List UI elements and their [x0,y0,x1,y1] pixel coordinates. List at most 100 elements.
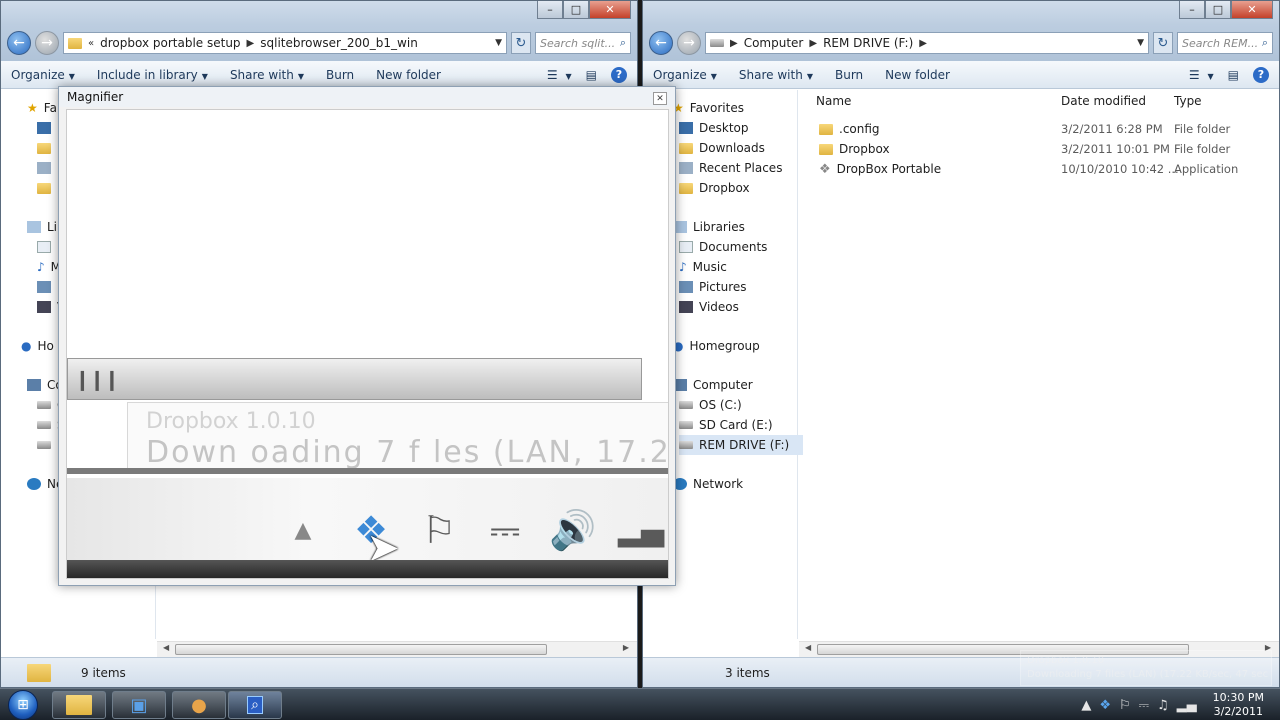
power-icon[interactable]: ⎓ [1139,698,1149,713]
music-icon: ♪ [37,260,45,274]
nav-item-os-c[interactable]: OS (C:) [679,395,742,415]
desktop-icon [679,122,693,134]
nav-item-videos[interactable]: Videos [679,297,739,317]
action-center-icon[interactable]: ⚐ [1119,698,1131,713]
view-options-icon[interactable]: ☰ ▼ [547,68,572,82]
show-hidden-icons-icon: ▲ [294,517,312,543]
close-button[interactable]: ✕ [589,1,631,19]
start-button[interactable]: ⊞ [4,689,42,720]
breadcrumb-arrow-icon[interactable]: ▶ [919,38,927,49]
scroll-left-icon[interactable]: ◀ [805,643,811,652]
nav-item-documents[interactable]: Documents [679,237,767,257]
breadcrumb-arrow-icon[interactable]: ▶ [809,38,817,49]
forward-icon[interactable]: → [677,31,701,55]
column-header-name[interactable]: Name [816,94,851,108]
burn-button[interactable]: Burn [326,68,354,82]
explorer-taskbar-button[interactable] [52,691,106,719]
nav-item-pictures[interactable]: Pictures [679,277,747,297]
help-icon[interactable]: ? [1253,66,1269,83]
nav-item-downloads[interactable]: Downloads [679,138,765,158]
overflow-chevron-icon[interactable]: « [88,38,94,49]
new-folder-button[interactable]: New folder [376,68,441,82]
nav-item-recent-places[interactable]: Recent Places [679,158,782,178]
dropbox-tray-icon[interactable]: ❖ [1099,698,1111,713]
magnifier-taskbar-button[interactable]: ⌕ [228,691,282,719]
left-horizontal-scrollbar[interactable]: ◀ ▶ [157,641,637,657]
clock[interactable]: 10:30 PM 3/2/2011 [1213,691,1264,719]
breadcrumb-arrow-icon[interactable]: ▶ [730,38,738,49]
organize-button[interactable]: Organize ▼ [653,68,717,82]
nav-homegroup[interactable]: ● Homegroup [673,336,760,356]
left-search-input[interactable]: Search sqlit... ⌕ [535,32,631,54]
close-button[interactable]: ✕ [1231,1,1273,19]
file-row[interactable]: .config 3/2/2011 6:28 PM File folder [799,119,1279,139]
app-taskbar-button[interactable]: ▣ [112,691,166,719]
file-name: DropBox Portable [836,162,942,176]
volume-icon[interactable]: ♫ [1157,698,1169,713]
forward-icon[interactable]: → [35,31,59,55]
file-row[interactable]: Dropbox 3/2/2011 10:01 PM File folder [799,139,1279,159]
drive-icon [679,421,693,429]
search-placeholder: Search sqlit... [540,36,616,50]
scroll-left-icon[interactable]: ◀ [163,643,169,652]
tooltip-text: Downloading 7 files (LAN) (17.22 KB/sec,… [1027,669,1272,680]
right-titlebar: – □ ✕ [643,1,1279,25]
nav-computer[interactable]: Computer [673,375,753,395]
signal-icon[interactable]: ▂▄ [1177,698,1197,713]
nav-item-dropbox[interactable]: Dropbox [679,178,750,198]
column-header-type[interactable]: Type [1174,94,1202,108]
nav-item-rem-drive-f[interactable]: REM DRIVE (F:) [679,435,804,455]
search-placeholder: Search REM... [1182,36,1259,50]
address-dropdown-icon[interactable]: ▼ [1137,38,1144,48]
monitor-icon: ▣ [130,694,148,716]
burn-button[interactable]: Burn [835,68,863,82]
item-count: 3 items [725,665,770,680]
minimize-button[interactable]: – [537,1,563,19]
refresh-icon[interactable]: ↻ [1153,32,1173,54]
breadcrumb-segment[interactable]: dropbox portable setup [100,36,240,50]
include-in-library-button[interactable]: Include in library ▼ [97,68,208,82]
nav-homegroup[interactable]: ● Ho [21,336,54,356]
breadcrumb-segment[interactable]: sqlitebrowser_200_b1_win [260,36,418,50]
nav-item-music[interactable]: ♪ Music [679,257,727,277]
nav-item-desktop[interactable]: Desktop [679,118,749,138]
right-address-bar[interactable]: ▶ Computer ▶ REM DRIVE (F:) ▶ ▼ [705,32,1149,54]
preview-pane-icon[interactable]: ▤ [1228,68,1239,82]
organize-button[interactable]: Organize ▼ [11,68,75,82]
scrollbar-thumb[interactable] [175,644,547,655]
share-with-button[interactable]: Share with ▼ [230,68,304,82]
breadcrumb-segment[interactable]: REM DRIVE (F:) [823,36,913,50]
left-address-bar[interactable]: « dropbox portable setup ▶ sqlitebrowser… [63,32,507,54]
app-taskbar-button[interactable]: ● [172,691,226,719]
show-hidden-icons-icon[interactable]: ▲ [1081,698,1091,713]
back-icon[interactable]: ← [649,31,673,55]
magnifier-icon: ⌕ [247,696,263,714]
maximize-button[interactable]: □ [1205,1,1231,19]
refresh-icon[interactable]: ↻ [511,32,531,54]
scroll-right-icon[interactable]: ▶ [623,643,629,652]
minimize-button[interactable]: – [1179,1,1205,19]
file-row[interactable]: ❖ DropBox Portable 10/10/2010 10:42 ... A… [799,159,1279,179]
nav-item-sd-card-e[interactable]: SD Card (E:) [679,415,773,435]
new-folder-button[interactable]: New folder [885,68,950,82]
folder-icon [819,123,833,135]
column-header-date[interactable]: Date modified [1061,94,1146,108]
nav-network[interactable]: Network [673,474,743,494]
desktop-icon [37,122,51,134]
share-with-button[interactable]: Share with ▼ [739,68,813,82]
nav-favorites[interactable]: ★ Fa [27,98,57,118]
right-search-input[interactable]: Search REM... ⌕ [1177,32,1273,54]
nav-favorites[interactable]: ★ Favorites [673,98,744,118]
preview-pane-icon[interactable]: ▤ [586,68,597,82]
view-options-icon[interactable]: ☰ ▼ [1189,68,1214,82]
folder-icon [819,143,833,155]
breadcrumb-arrow-icon[interactable]: ▶ [247,38,255,49]
help-icon[interactable]: ? [611,66,627,83]
back-icon[interactable]: ← [7,31,31,55]
address-dropdown-icon[interactable]: ▼ [495,38,502,48]
maximize-button[interactable]: □ [563,1,589,19]
magnifier-close-icon[interactable]: ✕ [653,92,667,105]
nav-libraries[interactable]: Libraries [673,217,745,237]
right-command-bar: Organize ▼ Share with ▼ Burn New folder ☰ … [643,61,1279,89]
breadcrumb-segment[interactable]: Computer [744,36,804,50]
